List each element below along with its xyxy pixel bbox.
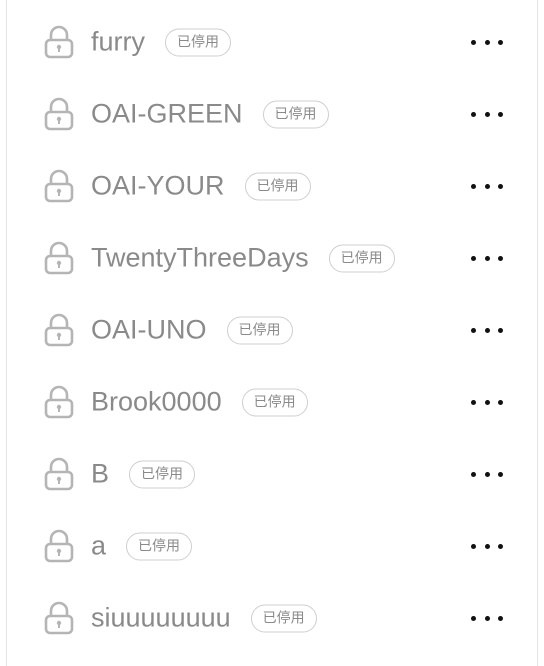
status-badge: 已停用 (241, 388, 308, 416)
lock-icon (44, 457, 74, 491)
item-name-group: a 已停用 (91, 530, 193, 562)
more-options-icon[interactable] (471, 320, 503, 340)
list-item[interactable]: OAI-YOUR 已停用 (7, 150, 537, 222)
list-item[interactable]: OAI-GREEN 已停用 (7, 78, 537, 150)
status-badge: 已停用 (129, 460, 196, 488)
item-name: OAI-UNO (91, 314, 207, 345)
list-item[interactable]: furry 已停用 (7, 6, 537, 78)
more-options-icon[interactable] (471, 464, 503, 484)
status-badge: 已停用 (262, 100, 329, 128)
status-badge: 已停用 (165, 28, 231, 56)
lock-icon (44, 385, 74, 419)
more-options-icon[interactable] (471, 104, 503, 124)
more-options-icon[interactable] (471, 176, 503, 196)
workspace-list-panel: furry 已停用 OAI-GREEN 已停用 OAI-YOUR 已停用 Twe… (6, 0, 538, 666)
item-name-group: siuuuuuuuu 已停用 (91, 603, 317, 634)
item-name-group: Brook0000 已停用 (91, 387, 308, 418)
item-name-group: OAI-YOUR 已停用 (91, 171, 311, 202)
item-name: a (91, 530, 107, 561)
item-name-group: furry 已停用 (91, 27, 231, 58)
item-name: OAI-YOUR (91, 170, 225, 201)
item-name-group: OAI-UNO 已停用 (91, 315, 293, 346)
lock-icon (44, 601, 74, 635)
lock-icon (44, 97, 74, 131)
status-badge: 已停用 (226, 316, 293, 344)
status-badge: 已停用 (126, 532, 193, 560)
workspace-list: furry 已停用 OAI-GREEN 已停用 OAI-YOUR 已停用 Twe… (7, 6, 537, 654)
item-name: siuuuuuuuu (91, 602, 231, 633)
item-name: furry (91, 26, 145, 57)
list-item[interactable]: Brook0000 已停用 (7, 366, 537, 438)
item-name-group: OAI-GREEN 已停用 (91, 99, 329, 130)
lock-icon (44, 313, 74, 347)
lock-icon (44, 169, 74, 203)
more-options-icon[interactable] (471, 392, 503, 412)
list-item[interactable]: OAI-UNO 已停用 (7, 294, 537, 366)
item-name: TwentyThreeDays (91, 242, 309, 273)
more-options-icon[interactable] (471, 536, 503, 556)
item-name: Brook0000 (91, 386, 222, 417)
item-name-group: TwentyThreeDays 已停用 (91, 243, 395, 274)
status-badge: 已停用 (250, 604, 317, 632)
more-options-icon[interactable] (471, 248, 503, 268)
item-name: OAI-GREEN (91, 98, 243, 129)
lock-icon (44, 241, 74, 275)
more-options-icon[interactable] (471, 608, 503, 628)
item-name-group: B 已停用 (91, 458, 196, 490)
more-options-icon[interactable] (471, 32, 503, 52)
status-badge: 已停用 (328, 244, 395, 272)
list-item[interactable]: siuuuuuuuu 已停用 (7, 582, 537, 654)
lock-icon (44, 25, 74, 59)
list-item[interactable]: TwentyThreeDays 已停用 (7, 222, 537, 294)
list-item[interactable]: B 已停用 (7, 438, 537, 510)
status-badge: 已停用 (244, 172, 311, 200)
list-item[interactable]: a 已停用 (7, 510, 537, 582)
item-name: B (91, 458, 110, 489)
lock-icon (44, 529, 74, 563)
